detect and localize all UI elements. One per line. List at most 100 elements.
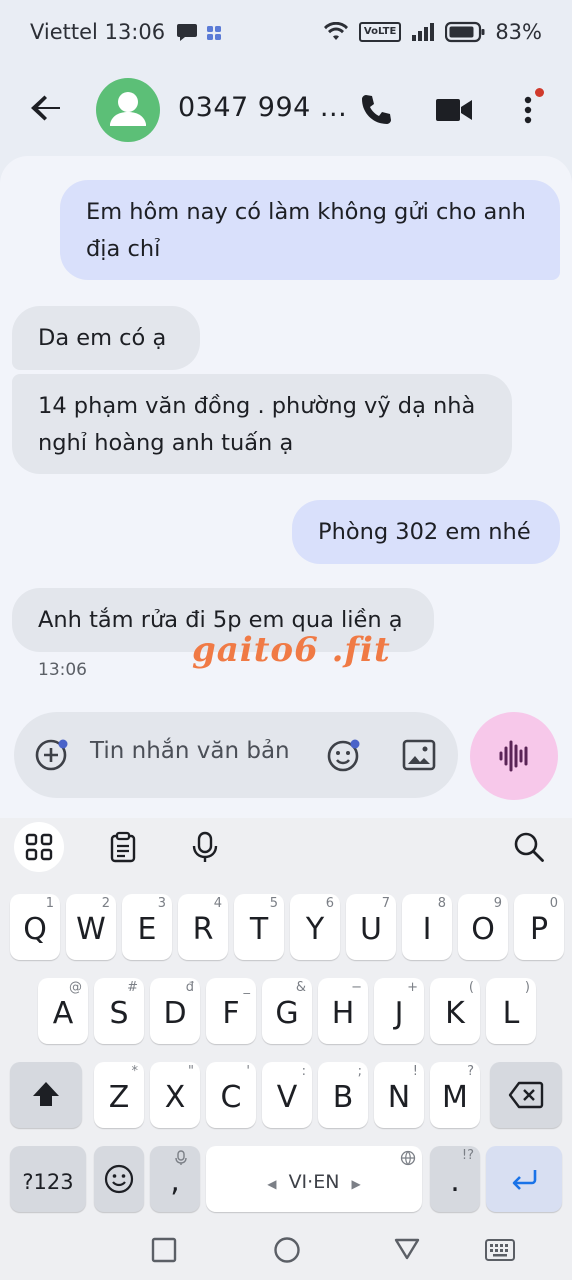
back-arrow-icon[interactable] bbox=[26, 88, 66, 128]
message-bubble-outgoing[interactable]: Em hôm nay có làm không gửi cho anh địa … bbox=[60, 180, 560, 280]
key-b[interactable]: ; B bbox=[318, 1062, 368, 1128]
avatar[interactable] bbox=[96, 78, 160, 142]
key-q[interactable]: 1Q bbox=[10, 894, 60, 960]
battery-icon bbox=[445, 21, 485, 43]
keyboard-search-icon[interactable] bbox=[512, 830, 546, 864]
emoji-key[interactable] bbox=[94, 1146, 144, 1212]
key-s[interactable]: # S bbox=[94, 978, 144, 1044]
key-hint: 1 bbox=[45, 896, 54, 911]
watermark-text: gaito6 .fit bbox=[192, 630, 391, 670]
key-l[interactable]: ) L bbox=[486, 978, 536, 1044]
key-f[interactable]: _ F bbox=[206, 978, 256, 1044]
key-label: Y bbox=[305, 912, 325, 947]
battery-percent: 83% bbox=[495, 20, 542, 44]
message-bubble-outgoing[interactable]: Phòng 302 em nhé bbox=[292, 500, 560, 564]
key-hint: " bbox=[188, 1064, 194, 1079]
key-h[interactable]: − H bbox=[318, 978, 368, 1044]
keyboard-switch-icon[interactable] bbox=[484, 1238, 516, 1262]
key-x[interactable]: " X bbox=[150, 1062, 200, 1128]
key-v[interactable]: :V bbox=[262, 1062, 312, 1128]
key-y[interactable]: 6Y bbox=[290, 894, 340, 960]
key-label: N bbox=[387, 1080, 411, 1115]
period-key[interactable]: !?. bbox=[430, 1146, 480, 1212]
key-label: E bbox=[137, 912, 157, 947]
emoji-icon[interactable] bbox=[326, 737, 362, 773]
keyboard-apps-button[interactable] bbox=[14, 822, 64, 872]
message-composer[interactable]: Tin nhắn văn bản bbox=[14, 712, 458, 798]
key-n[interactable]: ! N bbox=[374, 1062, 424, 1128]
notification-dot bbox=[535, 88, 544, 97]
phone-call-icon[interactable] bbox=[356, 90, 396, 130]
key-label: V bbox=[276, 1080, 298, 1115]
status-indicators: VoLTE 83% bbox=[323, 20, 542, 44]
voice-input-icon[interactable] bbox=[188, 830, 222, 864]
wifi-icon bbox=[323, 22, 348, 40]
key-label: U bbox=[360, 912, 382, 947]
contact-name[interactable]: 0347 994 ... bbox=[178, 92, 347, 123]
key-g[interactable]: & G bbox=[262, 978, 312, 1044]
keyboard: 1Q 2W 3E 4R 5T 6Y 7U 8I 9O 0P @ A # S đD _… bbox=[0, 818, 572, 1218]
key-u[interactable]: 7U bbox=[346, 894, 396, 960]
add-attachment-icon[interactable] bbox=[34, 737, 70, 773]
key-hint: 4 bbox=[213, 896, 222, 911]
key-hint: # bbox=[127, 980, 138, 995]
key-a[interactable]: @ A bbox=[38, 978, 88, 1044]
key-hint: * bbox=[131, 1064, 139, 1079]
key-j[interactable]: + J bbox=[374, 978, 424, 1044]
comma-key[interactable]: , bbox=[150, 1146, 200, 1212]
globe-icon bbox=[400, 1150, 416, 1166]
space-key[interactable]: ◀ VI·EN ▶ bbox=[206, 1146, 422, 1212]
message-timestamp: 13:06 bbox=[38, 660, 87, 680]
voice-message-button[interactable] bbox=[470, 712, 558, 800]
backspace-key[interactable] bbox=[490, 1062, 562, 1128]
symbols-key[interactable]: ?123 bbox=[10, 1146, 86, 1212]
key-hint: ' bbox=[246, 1064, 250, 1079]
key-label: R bbox=[192, 912, 214, 947]
key-e[interactable]: 3E bbox=[122, 894, 172, 960]
chevron-left-icon: ◀ bbox=[267, 1177, 277, 1191]
key-hint: & bbox=[295, 980, 306, 995]
key-w[interactable]: 2W bbox=[66, 894, 116, 960]
key-hint: 3 bbox=[157, 896, 166, 911]
key-m[interactable]: ? M bbox=[430, 1062, 480, 1128]
message-text: Da em có ạ bbox=[38, 325, 167, 351]
key-hint: − bbox=[351, 980, 362, 995]
key-hint: ! bbox=[412, 1064, 418, 1079]
key-label: T bbox=[249, 912, 269, 947]
key-k[interactable]: (K bbox=[430, 978, 480, 1044]
key-r[interactable]: 4R bbox=[178, 894, 228, 960]
key-label: L bbox=[502, 996, 520, 1031]
gallery-icon[interactable] bbox=[402, 739, 436, 771]
key-label: Z bbox=[108, 1080, 130, 1115]
message-bubble-incoming[interactable]: Da em có ạ bbox=[12, 306, 200, 370]
message-input[interactable]: Tin nhắn văn bản bbox=[90, 738, 290, 764]
home-icon[interactable] bbox=[272, 1235, 302, 1265]
voice-waveform-icon bbox=[499, 740, 528, 772]
key-hint: @ bbox=[69, 980, 82, 995]
key-hint: 2 bbox=[101, 896, 110, 911]
back-triangle-icon[interactable] bbox=[393, 1236, 421, 1262]
key-hint: : bbox=[301, 1064, 306, 1079]
key-d[interactable]: đD bbox=[150, 978, 200, 1044]
key-z[interactable]: * Z bbox=[94, 1062, 144, 1128]
chevron-right-icon: ▶ bbox=[351, 1177, 361, 1191]
status-carrier-time: Viettel 13:06 bbox=[30, 20, 222, 44]
key-i[interactable]: 8I bbox=[402, 894, 452, 960]
video-call-icon[interactable] bbox=[434, 90, 474, 130]
key-hint: 9 bbox=[493, 896, 502, 911]
key-hint: ; bbox=[357, 1064, 362, 1079]
enter-key[interactable] bbox=[486, 1146, 562, 1212]
key-o[interactable]: 9O bbox=[458, 894, 508, 960]
shift-key[interactable] bbox=[10, 1062, 82, 1128]
key-label: O bbox=[471, 912, 495, 947]
message-bubble-incoming[interactable]: 14 phạm văn đồng . phường vỹ dạ nhà nghỉ… bbox=[12, 374, 512, 474]
key-label: F bbox=[222, 996, 240, 1031]
key-label: D bbox=[163, 996, 187, 1031]
key-p[interactable]: 0P bbox=[514, 894, 564, 960]
message-text: 14 phạm văn đồng . phường vỹ dạ nhà nghỉ… bbox=[38, 393, 476, 456]
key-hint: + bbox=[407, 980, 418, 995]
clipboard-icon[interactable] bbox=[106, 830, 140, 864]
key-c[interactable]: ' C bbox=[206, 1062, 256, 1128]
recents-icon[interactable] bbox=[150, 1236, 178, 1264]
key-t[interactable]: 5T bbox=[234, 894, 284, 960]
